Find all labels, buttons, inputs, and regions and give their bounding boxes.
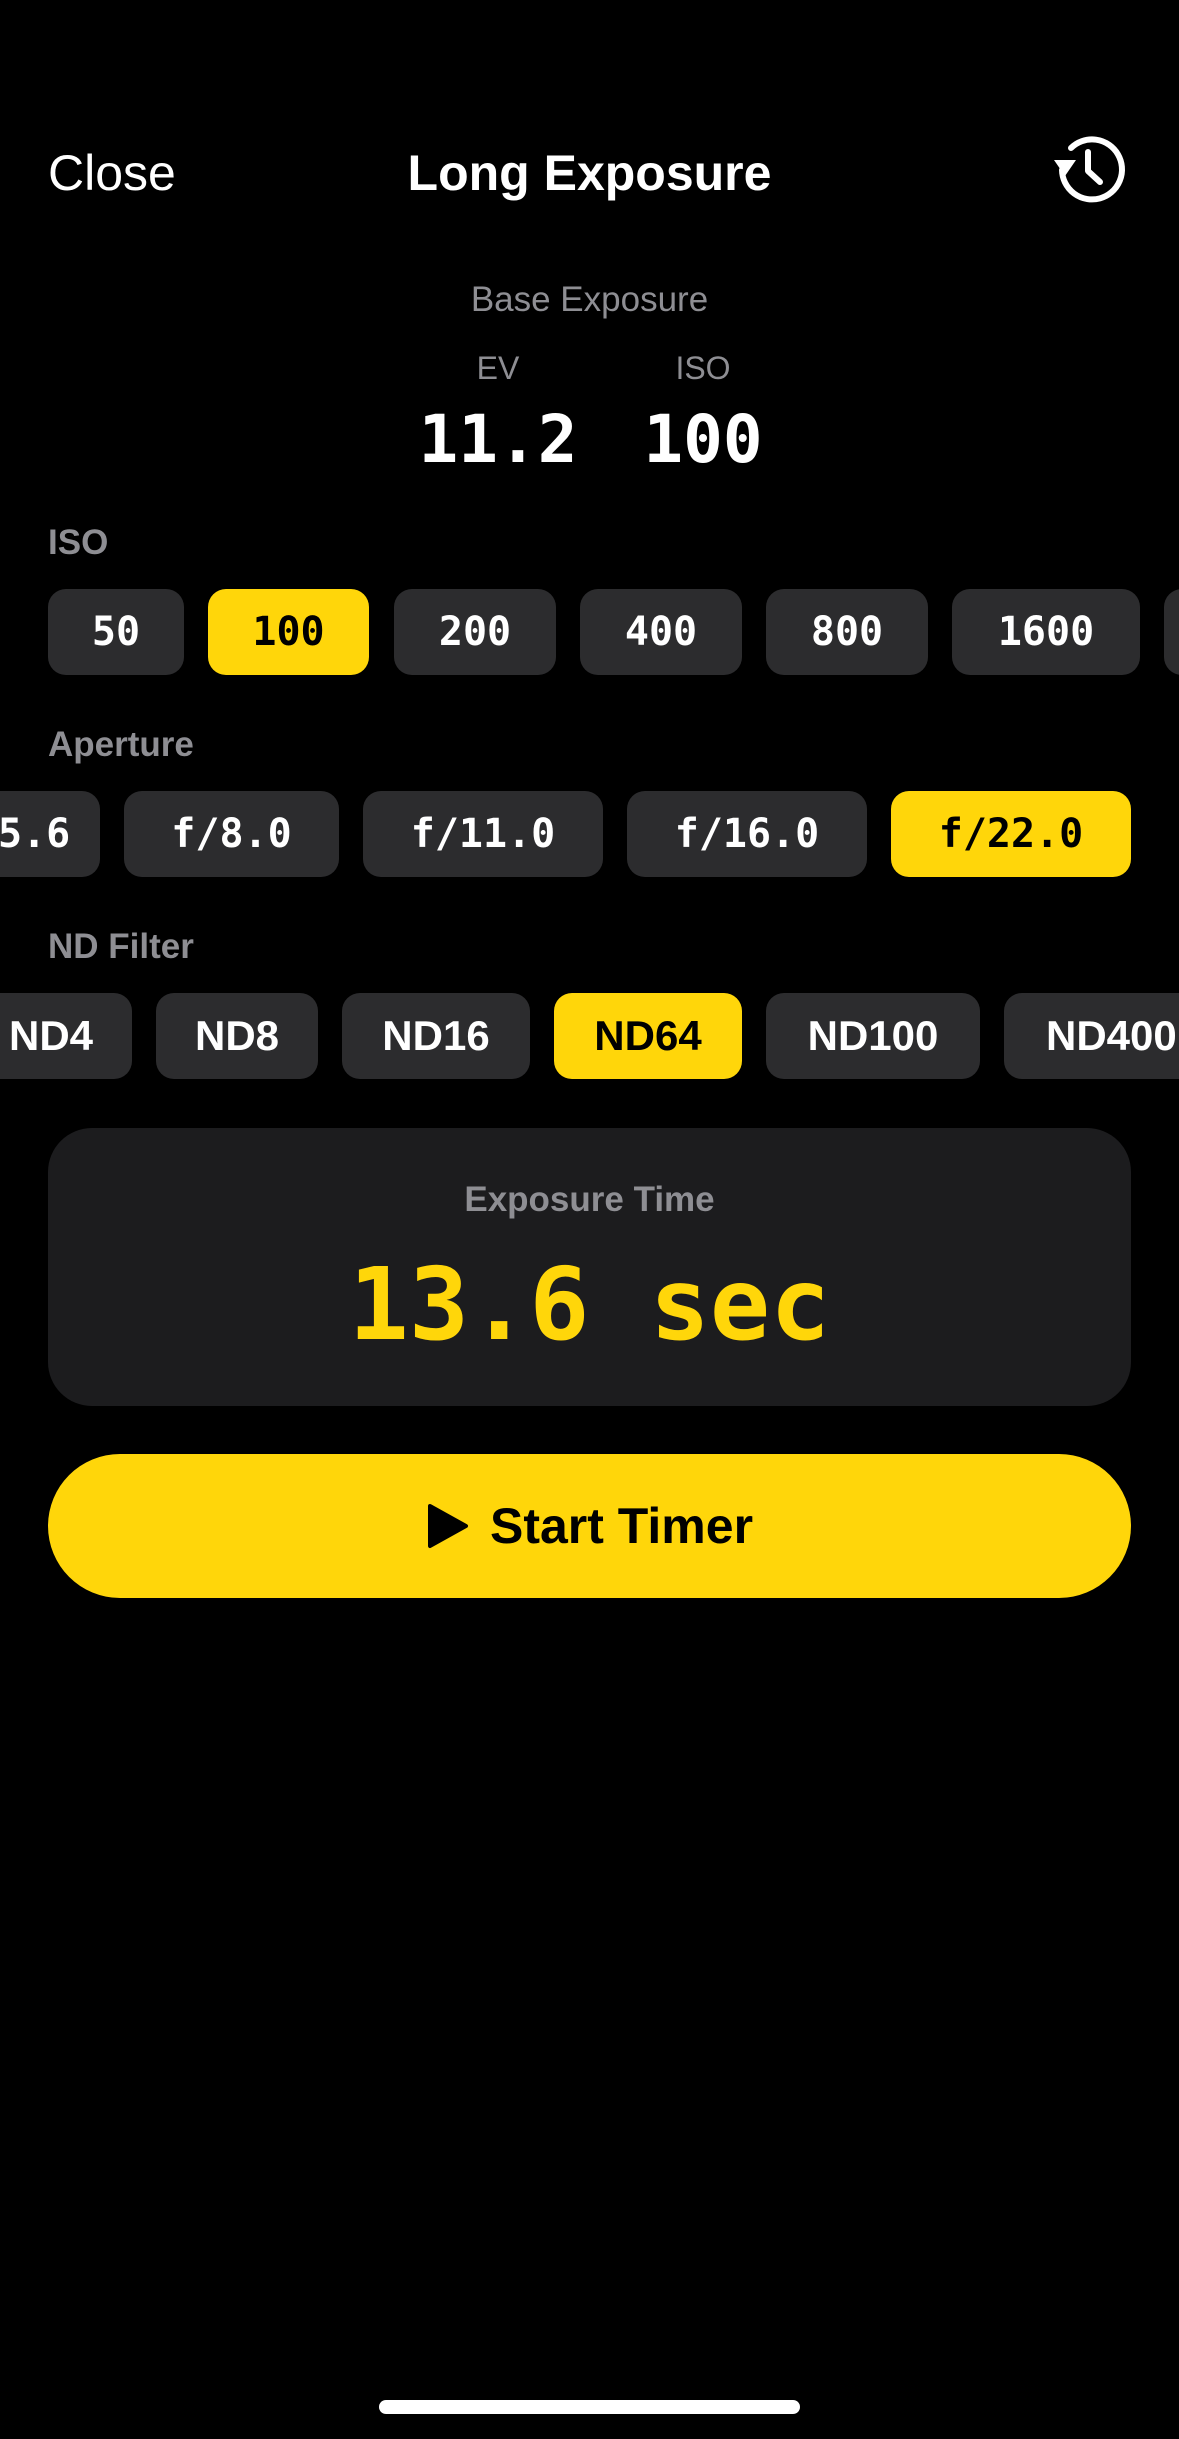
play-icon xyxy=(427,1504,468,1548)
nd-chip-nd400-label: ND400 xyxy=(1046,1012,1177,1059)
base-exposure-label: Base Exposure xyxy=(470,280,709,319)
aperture-chip-f16[interactable]: f/16.0 xyxy=(627,791,867,877)
aperture-chip-5-6-label: 5.6 xyxy=(0,811,71,857)
aperture-selector[interactable]: 5.6 f/8.0 f/11.0 f/16.0 f/22.0 xyxy=(0,791,1179,877)
aperture-chip-f11[interactable]: f/11.0 xyxy=(363,791,603,877)
exposure-time-label: Exposure Time xyxy=(464,1180,715,1219)
base-exposure: Base Exposure EV 11.2 ISO 100 xyxy=(0,280,1179,478)
iso-readout-label: ISO xyxy=(675,350,731,386)
iso-readout: ISO 100 xyxy=(620,350,786,478)
iso-chip-800[interactable]: 800 xyxy=(766,589,928,675)
aperture-section-label: Aperture xyxy=(48,725,194,764)
exposure-time-card: Exposure Time 13.6 sec xyxy=(48,1128,1131,1406)
start-timer-label: Start Timer xyxy=(489,1498,754,1554)
page-title: Long Exposure xyxy=(407,145,772,201)
exposure-time-value: 13.6 sec xyxy=(348,1246,831,1363)
nd-filter-selector[interactable]: ND4 ND8 ND16 ND64 ND100 ND400 xyxy=(0,993,1179,1079)
iso-chip-100[interactable]: 100 xyxy=(208,589,369,675)
ev-readout: EV 11.2 xyxy=(400,350,596,478)
iso-readout-value: 100 xyxy=(643,401,763,478)
nd-chip-nd100[interactable]: ND100 xyxy=(766,993,980,1079)
aperture-chip-f22[interactable]: f/22.0 xyxy=(891,791,1131,877)
start-timer-button[interactable]: Start Timer xyxy=(48,1454,1131,1598)
ev-label: EV xyxy=(476,350,520,386)
iso-chip-1600[interactable]: 1600 xyxy=(952,589,1140,675)
iso-section-label: ISO xyxy=(48,523,109,562)
nd-chip-nd400[interactable]: ND400 xyxy=(1004,993,1179,1079)
home-indicator[interactable] xyxy=(379,2400,800,2414)
nd-chip-nd16[interactable]: ND16 xyxy=(342,993,530,1079)
iso-chip-overflow[interactable] xyxy=(1164,589,1179,675)
iso-chip-50[interactable]: 50 xyxy=(48,589,184,675)
iso-chip-400[interactable]: 400 xyxy=(580,589,742,675)
nav-bar: Close Long Exposure xyxy=(0,130,1179,220)
nd-filter-section-label: ND Filter xyxy=(48,927,194,966)
history-icon[interactable] xyxy=(1048,130,1128,210)
nd-chip-nd8[interactable]: ND8 xyxy=(156,993,318,1079)
aperture-chip-f8[interactable]: f/8.0 xyxy=(124,791,339,877)
iso-selector[interactable]: 50 100 200 400 800 1600 xyxy=(0,589,1179,675)
aperture-chip-5-6[interactable]: 5.6 xyxy=(0,791,100,877)
nd-chip-nd64[interactable]: ND64 xyxy=(554,993,742,1079)
ev-value: 11.2 xyxy=(418,401,578,478)
nd-chip-nd4[interactable]: ND4 xyxy=(0,993,132,1079)
iso-chip-200[interactable]: 200 xyxy=(394,589,556,675)
